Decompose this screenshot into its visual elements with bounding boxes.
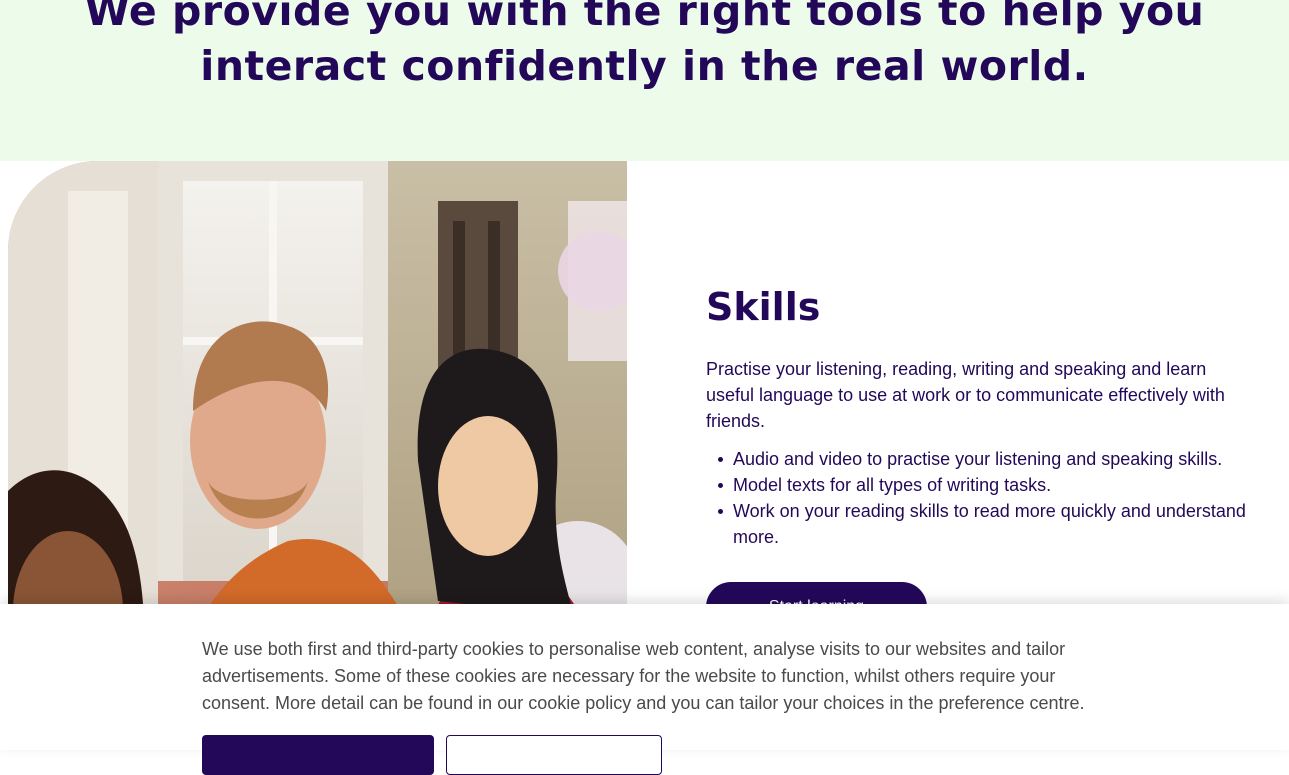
- skills-section: Skills Practise your listening, reading,…: [706, 280, 1256, 550]
- hero-section: We provide you with the right tools to h…: [0, 0, 1289, 161]
- cookie-primary-button[interactable]: [202, 735, 434, 775]
- hero-heading-line2: interact confidently in the real world.: [200, 42, 1089, 90]
- skills-bullet-item: Model texts for all types of writing tas…: [706, 472, 1256, 498]
- skills-bullet-item: Work on your reading skills to read more…: [706, 498, 1256, 550]
- cookie-secondary-button[interactable]: [446, 735, 662, 775]
- hero-heading-line1: We provide you with the right tools to h…: [84, 0, 1205, 35]
- skills-bullet-list: Audio and video to practise your listeni…: [706, 446, 1256, 550]
- cookie-text-outro: and you can tailor your choices in the p…: [631, 693, 1085, 713]
- cookie-banner-text: We use both first and third-party cookie…: [202, 636, 1102, 717]
- skills-description: Practise your listening, reading, writin…: [706, 359, 1225, 431]
- skills-bullet-item: Audio and video to practise your listeni…: [706, 446, 1256, 472]
- cookie-policy-link[interactable]: cookie policy: [528, 693, 631, 713]
- skills-title: Skills: [706, 285, 821, 329]
- hero-heading: We provide you with the right tools to h…: [0, 0, 1289, 94]
- cookie-banner: We use both first and third-party cookie…: [0, 604, 1289, 775]
